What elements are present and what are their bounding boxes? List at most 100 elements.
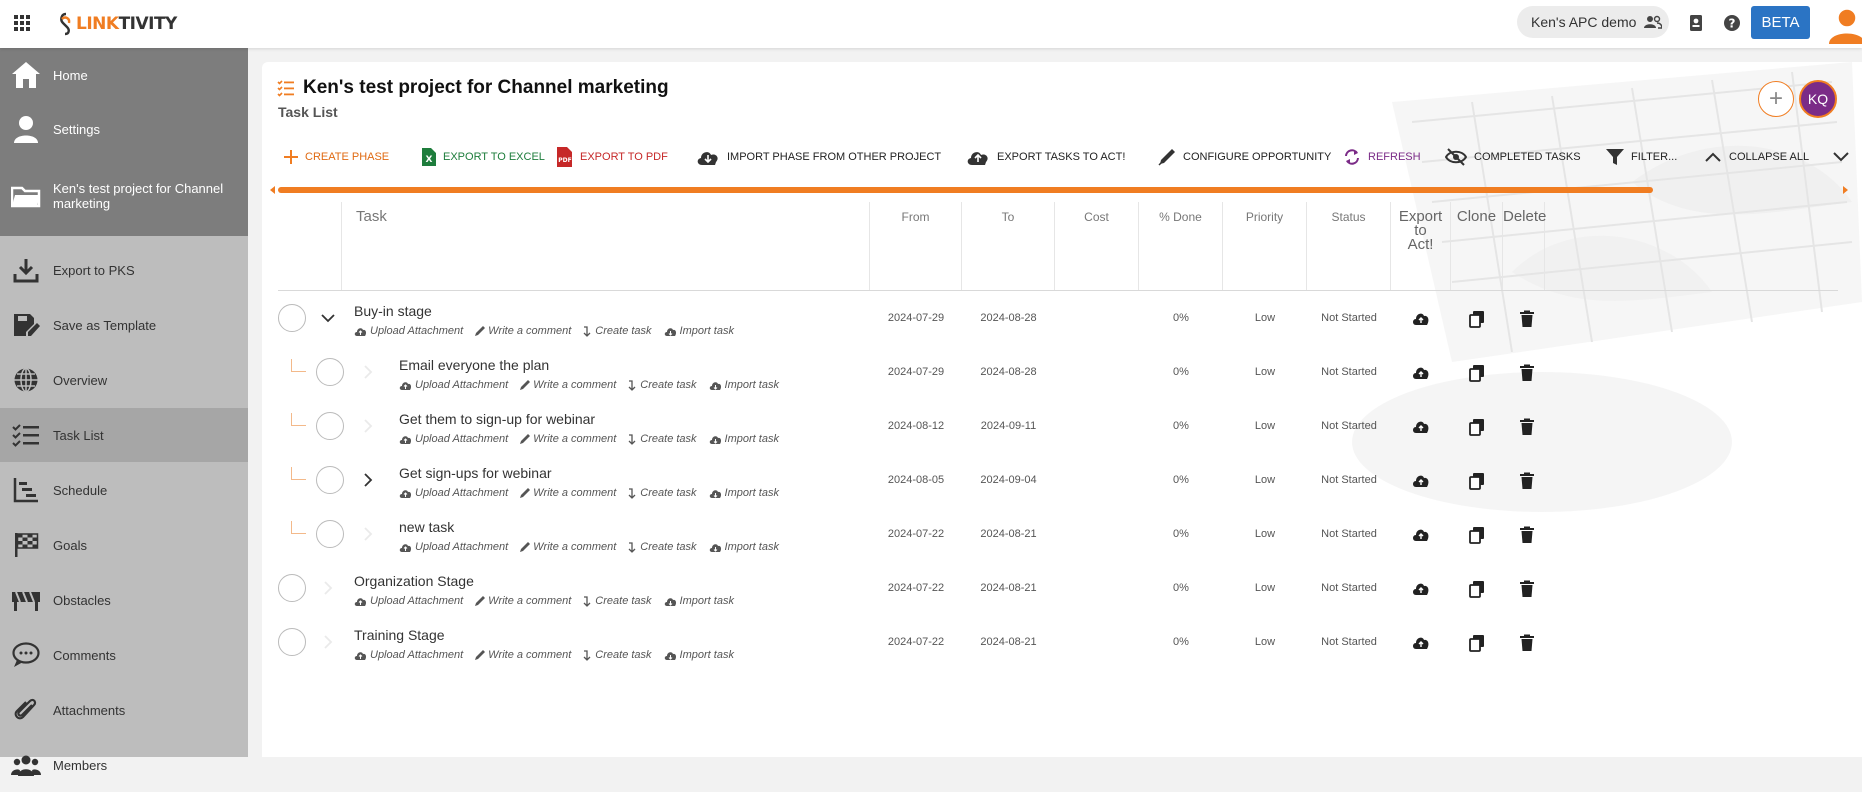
export-excel-button[interactable]: X EXPORT TO EXCEL [422, 142, 545, 172]
task-complete-checkbox[interactable] [316, 520, 344, 548]
task-to-date[interactable]: 2024-08-21 [962, 561, 1055, 615]
write-comment-link[interactable]: Write a comment [520, 379, 616, 391]
header-done[interactable]: % Done [1139, 202, 1223, 290]
upload-attachment-link[interactable]: Upload Attachment [399, 379, 508, 391]
import-task-link[interactable]: Import task [664, 325, 734, 337]
completed-tasks-button[interactable]: COMPLETED TASKS [1445, 142, 1581, 172]
task-complete-checkbox[interactable] [278, 628, 306, 656]
task-complete-checkbox[interactable] [316, 358, 344, 386]
export-act-cloud-icon[interactable] [1412, 310, 1430, 328]
task-percent-done[interactable]: 0% [1139, 345, 1223, 399]
sidebar-item-home[interactable]: Home [0, 48, 248, 102]
import-phase-button[interactable]: IMPORT PHASE FROM OTHER PROJECT [696, 142, 941, 172]
export-act-cloud-icon[interactable] [1412, 418, 1430, 436]
task-priority[interactable]: Low [1223, 345, 1307, 399]
task-status[interactable]: Not Started [1307, 615, 1391, 669]
trash-icon[interactable] [1518, 310, 1536, 328]
task-percent-done[interactable]: 0% [1139, 291, 1223, 345]
task-percent-done[interactable]: 0% [1139, 507, 1223, 561]
import-task-link[interactable]: Import task [664, 649, 734, 661]
header-to[interactable]: To [962, 202, 1055, 290]
toolbar-scrollbar[interactable] [270, 186, 1848, 194]
task-status[interactable]: Not Started [1307, 399, 1391, 453]
task-priority[interactable]: Low [1223, 507, 1307, 561]
task-status[interactable]: Not Started [1307, 345, 1391, 399]
sidebar-item-task-list[interactable]: Task List [0, 408, 248, 462]
clone-icon[interactable] [1468, 634, 1486, 652]
task-complete-checkbox[interactable] [278, 304, 306, 332]
sidebar-item-project[interactable]: Ken's test project for Channel marketing [0, 156, 248, 236]
export-act-cloud-icon[interactable] [1412, 472, 1430, 490]
task-cost[interactable] [1055, 291, 1139, 345]
sidebar-item-goals[interactable]: Goals [0, 518, 248, 572]
add-button[interactable]: + [1758, 81, 1794, 117]
export-act-button[interactable]: EXPORT TASKS TO ACT! [966, 142, 1125, 172]
task-percent-done[interactable]: 0% [1139, 399, 1223, 453]
task-name[interactable]: Training Stage [354, 627, 445, 643]
clone-icon[interactable] [1468, 310, 1486, 328]
trash-icon[interactable] [1518, 364, 1536, 382]
task-cost[interactable] [1055, 507, 1139, 561]
sidebar-item-comments[interactable]: Comments [0, 628, 248, 682]
task-priority[interactable]: Low [1223, 561, 1307, 615]
import-task-link[interactable]: Import task [664, 595, 734, 607]
toolbar-scrollbar-thumb[interactable] [278, 187, 1653, 193]
upload-attachment-link[interactable]: Upload Attachment [354, 325, 463, 337]
sidebar-item-members[interactable]: Members [0, 738, 248, 792]
apps-grid-icon[interactable] [14, 15, 30, 31]
export-act-cloud-icon[interactable] [1412, 526, 1430, 544]
create-task-link[interactable]: Create task [628, 487, 697, 499]
task-from-date[interactable]: 2024-08-05 [870, 453, 962, 507]
task-to-date[interactable]: 2024-08-21 [962, 615, 1055, 669]
upload-attachment-link[interactable]: Upload Attachment [399, 541, 508, 553]
create-task-link[interactable]: Create task [628, 379, 697, 391]
upload-attachment-link[interactable]: Upload Attachment [354, 595, 463, 607]
task-cost[interactable] [1055, 345, 1139, 399]
trash-icon[interactable] [1518, 526, 1536, 544]
toolbar-more-chevron-icon[interactable] [1832, 150, 1850, 164]
upload-attachment-link[interactable]: Upload Attachment [354, 649, 463, 661]
upload-attachment-link[interactable]: Upload Attachment [399, 433, 508, 445]
task-priority[interactable]: Low [1223, 399, 1307, 453]
write-comment-link[interactable]: Write a comment [520, 541, 616, 553]
clone-icon[interactable] [1468, 418, 1486, 436]
write-comment-link[interactable]: Write a comment [475, 325, 571, 337]
task-percent-done[interactable]: 0% [1139, 561, 1223, 615]
contact-card-icon[interactable] [1686, 13, 1706, 33]
header-from[interactable]: From [870, 202, 962, 290]
task-complete-checkbox[interactable] [278, 574, 306, 602]
task-status[interactable]: Not Started [1307, 507, 1391, 561]
task-cost[interactable] [1055, 615, 1139, 669]
chevron-down-icon[interactable] [320, 310, 336, 326]
task-status[interactable]: Not Started [1307, 453, 1391, 507]
chevron-right-icon[interactable] [360, 472, 376, 488]
upload-attachment-link[interactable]: Upload Attachment [399, 487, 508, 499]
sidebar-item-export-pks[interactable]: Export to PKS [0, 243, 248, 297]
task-from-date[interactable]: 2024-07-22 [870, 507, 962, 561]
header-status[interactable]: Status [1307, 202, 1391, 290]
task-to-date[interactable]: 2024-09-11 [962, 399, 1055, 453]
trash-icon[interactable] [1518, 580, 1536, 598]
sidebar-item-attachments[interactable]: Attachments [0, 683, 248, 737]
task-name[interactable]: Buy-in stage [354, 303, 432, 319]
task-complete-checkbox[interactable] [316, 466, 344, 494]
clone-icon[interactable] [1468, 364, 1486, 382]
linktivity-logo[interactable]: LINK TIVITY [58, 11, 177, 37]
filter-button[interactable]: FILTER... [1606, 142, 1677, 172]
collapse-all-button[interactable]: COLLAPSE ALL [1704, 142, 1809, 172]
scroll-left-arrow-icon[interactable] [270, 186, 275, 194]
task-to-date[interactable]: 2024-09-04 [962, 453, 1055, 507]
sidebar-item-obstacles[interactable]: Obstacles [0, 573, 248, 627]
task-from-date[interactable]: 2024-07-22 [870, 615, 962, 669]
task-name[interactable]: new task [399, 519, 454, 535]
user-avatar[interactable] [1827, 4, 1862, 44]
import-task-link[interactable]: Import task [709, 487, 779, 499]
task-to-date[interactable]: 2024-08-28 [962, 291, 1055, 345]
sidebar-item-save-template[interactable]: Save as Template [0, 298, 248, 352]
task-status[interactable]: Not Started [1307, 291, 1391, 345]
project-avatar[interactable]: KQ [1799, 80, 1837, 118]
scroll-right-arrow-icon[interactable] [1843, 186, 1848, 194]
task-to-date[interactable]: 2024-08-21 [962, 507, 1055, 561]
task-name[interactable]: Email everyone the plan [399, 357, 549, 373]
task-from-date[interactable]: 2024-07-29 [870, 345, 962, 399]
